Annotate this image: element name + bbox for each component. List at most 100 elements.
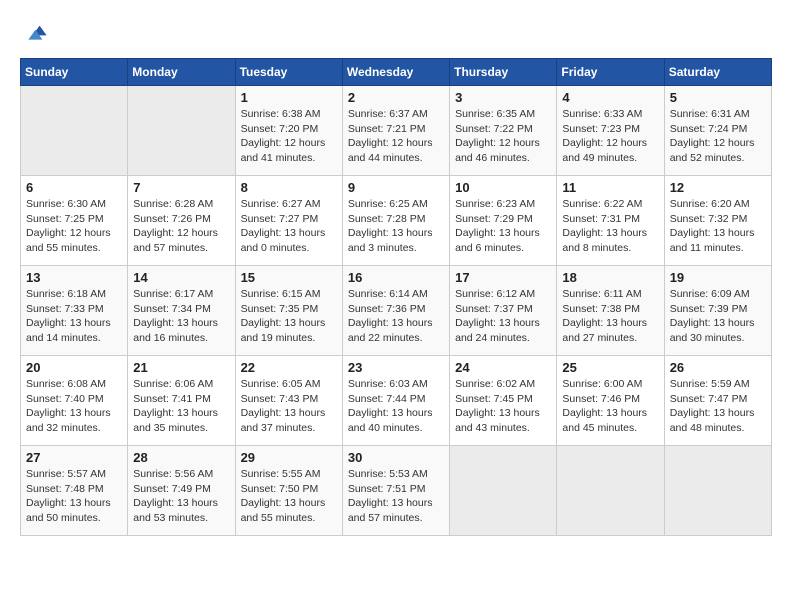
day-number: 3 xyxy=(455,90,551,105)
day-number: 15 xyxy=(241,270,337,285)
calendar-week-4: 20 Sunrise: 6:08 AMSunset: 7:40 PMDayligh… xyxy=(21,356,772,446)
day-info: Sunrise: 6:30 AMSunset: 7:25 PMDaylight:… xyxy=(26,197,122,256)
weekday-header-monday: Monday xyxy=(128,59,235,86)
logo-icon xyxy=(20,20,48,48)
logo xyxy=(20,20,52,48)
day-info: Sunrise: 6:28 AMSunset: 7:26 PMDaylight:… xyxy=(133,197,229,256)
day-number: 28 xyxy=(133,450,229,465)
calendar-week-1: 1Sunrise: 6:38 AMSunset: 7:20 PMDaylight… xyxy=(21,86,772,176)
day-info: Sunrise: 6:17 AMSunset: 7:34 PMDaylight:… xyxy=(133,287,229,346)
calendar-cell: 8Sunrise: 6:27 AMSunset: 7:27 PMDaylight… xyxy=(235,176,342,266)
day-number: 17 xyxy=(455,270,551,285)
calendar-cell: 9 Sunrise: 6:25 AMSunset: 7:28 PMDaylight… xyxy=(342,176,449,266)
day-info: Sunrise: 6:25 AMSunset: 7:28 PMDaylight:… xyxy=(348,197,444,256)
weekday-header-thursday: Thursday xyxy=(450,59,557,86)
calendar-cell: 2 Sunrise: 6:37 AMSunset: 7:21 PMDaylight… xyxy=(342,86,449,176)
day-info: Sunrise: 6:20 AMSunset: 7:32 PMDaylight:… xyxy=(670,197,766,256)
day-info: Sunrise: 6:23 AMSunset: 7:29 PMDaylight:… xyxy=(455,197,551,256)
day-number: 30 xyxy=(348,450,444,465)
day-info: Sunrise: 6:35 AMSunset: 7:22 PMDaylight:… xyxy=(455,107,551,166)
calendar-cell: 3 Sunrise: 6:35 AMSunset: 7:22 PMDaylight… xyxy=(450,86,557,176)
day-info: Sunrise: 6:22 AMSunset: 7:31 PMDaylight:… xyxy=(562,197,658,256)
day-info: Sunrise: 5:55 AMSunset: 7:50 PMDaylight:… xyxy=(241,467,337,526)
day-number: 26 xyxy=(670,360,766,375)
day-number: 2 xyxy=(348,90,444,105)
day-number: 5 xyxy=(670,90,766,105)
day-number: 11 xyxy=(562,180,658,195)
day-number: 29 xyxy=(241,450,337,465)
calendar-cell: 14 Sunrise: 6:17 AMSunset: 7:34 PMDayligh… xyxy=(128,266,235,356)
day-info: Sunrise: 6:08 AMSunset: 7:40 PMDaylight:… xyxy=(26,377,122,436)
day-number: 4 xyxy=(562,90,658,105)
day-number: 19 xyxy=(670,270,766,285)
day-info: Sunrise: 6:11 AMSunset: 7:38 PMDaylight:… xyxy=(562,287,658,346)
calendar-cell: 6 Sunrise: 6:30 AMSunset: 7:25 PMDaylight… xyxy=(21,176,128,266)
day-number: 12 xyxy=(670,180,766,195)
day-number: 18 xyxy=(562,270,658,285)
calendar-cell: 19 Sunrise: 6:09 AMSunset: 7:39 PMDayligh… xyxy=(664,266,771,356)
calendar-cell: 4 Sunrise: 6:33 AMSunset: 7:23 PMDaylight… xyxy=(557,86,664,176)
calendar-cell: 22 Sunrise: 6:05 AMSunset: 7:43 PMDayligh… xyxy=(235,356,342,446)
calendar-cell: 20 Sunrise: 6:08 AMSunset: 7:40 PMDayligh… xyxy=(21,356,128,446)
day-info: Sunrise: 5:59 AMSunset: 7:47 PMDaylight:… xyxy=(670,377,766,436)
day-number: 9 xyxy=(348,180,444,195)
day-info: Sunrise: 6:05 AMSunset: 7:43 PMDaylight:… xyxy=(241,377,337,436)
day-info: Sunrise: 6:38 AMSunset: 7:20 PMDaylight:… xyxy=(241,107,337,166)
calendar-cell: 10 Sunrise: 6:23 AMSunset: 7:29 PMDayligh… xyxy=(450,176,557,266)
day-number: 24 xyxy=(455,360,551,375)
calendar-cell: 1Sunrise: 6:38 AMSunset: 7:20 PMDaylight… xyxy=(235,86,342,176)
day-info: Sunrise: 6:33 AMSunset: 7:23 PMDaylight:… xyxy=(562,107,658,166)
day-info: Sunrise: 6:37 AMSunset: 7:21 PMDaylight:… xyxy=(348,107,444,166)
calendar-cell: 21 Sunrise: 6:06 AMSunset: 7:41 PMDayligh… xyxy=(128,356,235,446)
day-number: 16 xyxy=(348,270,444,285)
calendar-cell: 7Sunrise: 6:28 AMSunset: 7:26 PMDaylight… xyxy=(128,176,235,266)
calendar-cell xyxy=(557,446,664,536)
calendar-cell xyxy=(664,446,771,536)
calendar-cell: 23 Sunrise: 6:03 AMSunset: 7:44 PMDayligh… xyxy=(342,356,449,446)
weekday-header-sunday: Sunday xyxy=(21,59,128,86)
calendar-cell: 24 Sunrise: 6:02 AMSunset: 7:45 PMDayligh… xyxy=(450,356,557,446)
calendar-week-5: 27 Sunrise: 5:57 AMSunset: 7:48 PMDayligh… xyxy=(21,446,772,536)
day-number: 6 xyxy=(26,180,122,195)
calendar-cell: 17 Sunrise: 6:12 AMSunset: 7:37 PMDayligh… xyxy=(450,266,557,356)
day-info: Sunrise: 5:57 AMSunset: 7:48 PMDaylight:… xyxy=(26,467,122,526)
day-number: 22 xyxy=(241,360,337,375)
day-info: Sunrise: 6:14 AMSunset: 7:36 PMDaylight:… xyxy=(348,287,444,346)
calendar-cell: 5Sunrise: 6:31 AMSunset: 7:24 PMDaylight… xyxy=(664,86,771,176)
day-number: 20 xyxy=(26,360,122,375)
calendar-table: SundayMondayTuesdayWednesdayThursdayFrid… xyxy=(20,58,772,536)
day-number: 13 xyxy=(26,270,122,285)
day-number: 14 xyxy=(133,270,229,285)
weekday-header-friday: Friday xyxy=(557,59,664,86)
calendar-cell: 11 Sunrise: 6:22 AMSunset: 7:31 PMDayligh… xyxy=(557,176,664,266)
day-info: Sunrise: 6:03 AMSunset: 7:44 PMDaylight:… xyxy=(348,377,444,436)
day-info: Sunrise: 6:12 AMSunset: 7:37 PMDaylight:… xyxy=(455,287,551,346)
day-info: Sunrise: 6:09 AMSunset: 7:39 PMDaylight:… xyxy=(670,287,766,346)
calendar-cell: 15Sunrise: 6:15 AMSunset: 7:35 PMDayligh… xyxy=(235,266,342,356)
day-number: 25 xyxy=(562,360,658,375)
calendar-cell xyxy=(128,86,235,176)
calendar-cell: 30Sunrise: 5:53 AMSunset: 7:51 PMDayligh… xyxy=(342,446,449,536)
calendar-cell: 16 Sunrise: 6:14 AMSunset: 7:36 PMDayligh… xyxy=(342,266,449,356)
weekday-header-saturday: Saturday xyxy=(664,59,771,86)
calendar-cell: 12 Sunrise: 6:20 AMSunset: 7:32 PMDayligh… xyxy=(664,176,771,266)
calendar-cell: 26 Sunrise: 5:59 AMSunset: 7:47 PMDayligh… xyxy=(664,356,771,446)
day-number: 8 xyxy=(241,180,337,195)
weekday-header-wednesday: Wednesday xyxy=(342,59,449,86)
day-info: Sunrise: 6:02 AMSunset: 7:45 PMDaylight:… xyxy=(455,377,551,436)
calendar-cell: 29 Sunrise: 5:55 AMSunset: 7:50 PMDayligh… xyxy=(235,446,342,536)
day-number: 10 xyxy=(455,180,551,195)
day-info: Sunrise: 6:06 AMSunset: 7:41 PMDaylight:… xyxy=(133,377,229,436)
calendar-week-3: 13 Sunrise: 6:18 AMSunset: 7:33 PMDayligh… xyxy=(21,266,772,356)
day-number: 27 xyxy=(26,450,122,465)
day-info: Sunrise: 6:18 AMSunset: 7:33 PMDaylight:… xyxy=(26,287,122,346)
day-info: Sunrise: 5:56 AMSunset: 7:49 PMDaylight:… xyxy=(133,467,229,526)
day-info: Sunrise: 6:00 AMSunset: 7:46 PMDaylight:… xyxy=(562,377,658,436)
calendar-cell xyxy=(21,86,128,176)
weekday-header-tuesday: Tuesday xyxy=(235,59,342,86)
day-number: 23 xyxy=(348,360,444,375)
calendar-cell: 18 Sunrise: 6:11 AMSunset: 7:38 PMDayligh… xyxy=(557,266,664,356)
calendar-cell xyxy=(450,446,557,536)
day-number: 21 xyxy=(133,360,229,375)
calendar-cell: 27 Sunrise: 5:57 AMSunset: 7:48 PMDayligh… xyxy=(21,446,128,536)
